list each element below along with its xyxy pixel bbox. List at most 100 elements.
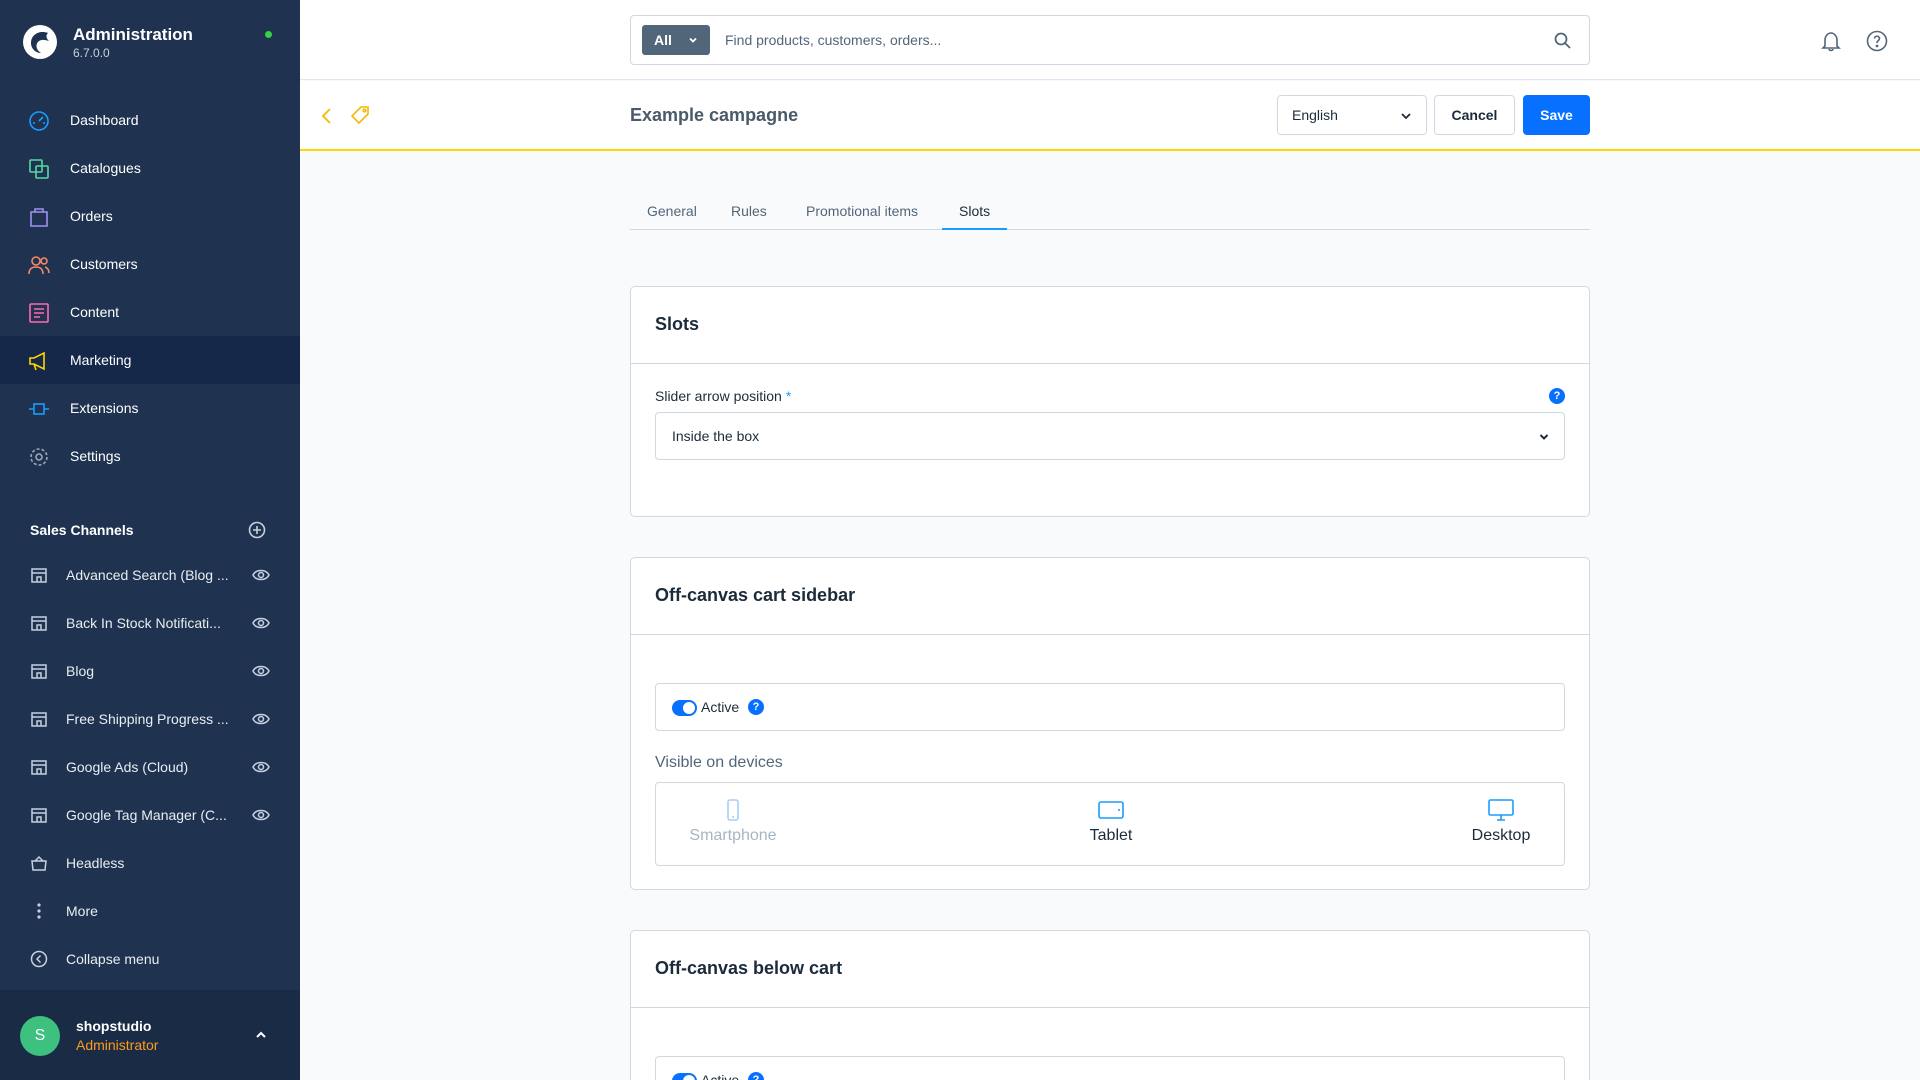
sales-channel-item[interactable]: Headless [0, 839, 300, 887]
nav-item-label: Customers [70, 256, 138, 272]
slider-arrow-position-select[interactable]: Inside the box [655, 412, 1565, 460]
search-input[interactable] [725, 26, 1525, 54]
cancel-button[interactable]: Cancel [1434, 95, 1515, 135]
device-desktop[interactable]: Desktop [1461, 799, 1541, 845]
storefront-icon [31, 568, 47, 583]
nav-item-customers[interactable]: Customers [0, 240, 300, 288]
sales-channel-item[interactable]: Back In Stock Notificati... [0, 599, 300, 647]
active-toggle-field: Active ? [655, 683, 1565, 731]
smart-bar: Example campagne English Cancel Save [300, 81, 1920, 151]
nav-item-label: Extensions [70, 400, 139, 416]
sales-channel-item[interactable]: Blog [0, 647, 300, 695]
nav-item-dashboard[interactable]: Dashboard [0, 96, 300, 144]
chevron-down-icon [1401, 113, 1411, 120]
avatar: S [20, 1016, 60, 1056]
select-value: Inside the box [672, 428, 760, 444]
smartphone-icon [727, 799, 739, 821]
nav-item-catalogues[interactable]: Catalogues [0, 144, 300, 192]
nav-item-settings[interactable]: Settings [0, 432, 300, 480]
active-switch[interactable] [672, 1073, 697, 1080]
chevron-down-icon [1539, 434, 1549, 440]
settings-icon [30, 448, 48, 466]
user-menu[interactable]: S shopstudio Administrator [0, 990, 300, 1080]
collapse-icon [30, 950, 48, 968]
card-title: Off-canvas below cart [655, 958, 843, 978]
more-button[interactable]: More [0, 887, 300, 935]
offcanvas-cart-sidebar-card: Off-canvas cart sidebar Active ? Visible… [630, 557, 1590, 890]
language-switch[interactable]: English [1277, 95, 1427, 135]
sidebar: Administration 6.7.0.0 Dashboard Catalog… [0, 0, 300, 1080]
device-visibility-selector: Smartphone Tablet Desktop [655, 782, 1565, 866]
help-tooltip-icon[interactable]: ? [748, 699, 764, 715]
offcanvas-below-cart-card: Off-canvas below cart Active ? [630, 930, 1590, 1080]
orders-icon [30, 208, 48, 227]
dashboard-icon [29, 111, 49, 131]
chevron-up-icon[interactable] [254, 1028, 268, 1042]
storefront-icon [31, 616, 47, 631]
sales-channel-item[interactable]: Google Ads (Cloud) [0, 743, 300, 791]
sales-channel-item[interactable]: Google Tag Manager (C... [0, 791, 300, 839]
device-tablet[interactable]: Tablet [1076, 799, 1146, 845]
sales-channel-label: Advanced Search (Blog ... [66, 567, 229, 583]
nav-item-orders[interactable]: Orders [0, 192, 300, 240]
tablet-icon [1098, 801, 1124, 819]
nav-item-label: Orders [70, 208, 113, 224]
add-sales-channel-icon[interactable] [248, 521, 266, 539]
eye-icon[interactable] [252, 664, 270, 678]
visible-on-devices-label: Visible on devices [655, 754, 783, 771]
search-icon[interactable] [1554, 32, 1571, 49]
tab-slots[interactable]: Slots [942, 193, 1008, 230]
device-label: Tablet [1089, 827, 1133, 844]
tab-bar: General Rules Promotional items Slots [630, 193, 1590, 230]
card-title: Slots [655, 314, 700, 334]
tab-promotional-items[interactable]: Promotional items [789, 193, 935, 230]
tab-general[interactable]: General [630, 193, 714, 230]
search-type-label: All [654, 32, 672, 48]
nav-item-content[interactable]: Content [0, 288, 300, 336]
tab-rules[interactable]: Rules [714, 193, 784, 230]
user-role: Administrator [76, 1037, 159, 1053]
eye-icon[interactable] [252, 760, 270, 774]
active-label: Active [701, 699, 740, 715]
eye-icon[interactable] [252, 568, 270, 582]
search-type-dropdown[interactable]: All [642, 25, 710, 55]
app-version: 6.7.0.0 [73, 46, 110, 60]
help-tooltip-icon[interactable]: ? [748, 1072, 764, 1080]
sales-channel-item[interactable]: Free Shipping Progress ... [0, 695, 300, 743]
nav-item-label: Content [70, 304, 120, 320]
eye-icon[interactable] [252, 808, 270, 822]
device-label: Desktop [1471, 827, 1531, 844]
slider-arrow-position-label: Slider arrow position * [655, 388, 791, 404]
card-divider [631, 363, 1589, 364]
back-arrow-icon[interactable] [320, 107, 334, 125]
eye-icon[interactable] [252, 712, 270, 726]
shopware-logo-icon[interactable] [22, 24, 58, 60]
sales-channel-label: Google Ads (Cloud) [66, 759, 189, 775]
customers-icon [28, 256, 50, 275]
nav-item-label: Catalogues [70, 160, 141, 176]
top-bar: All [300, 0, 1920, 80]
nav-item-marketing[interactable]: Marketing [0, 336, 300, 384]
save-button[interactable]: Save [1523, 95, 1590, 135]
storefront-icon [31, 760, 47, 775]
user-name: shopstudio [76, 1018, 152, 1034]
device-smartphone[interactable]: Smartphone [686, 799, 780, 845]
eye-icon[interactable] [252, 616, 270, 630]
slots-card: Slots Slider arrow position * ? Inside th… [630, 286, 1590, 517]
help-tooltip-icon[interactable]: ? [1549, 388, 1565, 404]
active-switch[interactable] [672, 700, 697, 716]
nav-item-label: Dashboard [70, 112, 139, 128]
nav-item-label: Marketing [70, 352, 132, 368]
chevron-down-icon [689, 37, 697, 43]
sales-channel-label: Free Shipping Progress ... [66, 711, 229, 727]
sales-channel-item[interactable]: Advanced Search (Blog ... [0, 551, 300, 599]
required-marker: * [785, 388, 792, 404]
nav-item-extensions[interactable]: Extensions [0, 384, 300, 432]
collapse-menu-button[interactable]: Collapse menu [0, 935, 300, 983]
active-label: Active [701, 1072, 740, 1080]
sales-channel-list: Advanced Search (Blog ... Back In Stock … [0, 551, 300, 983]
help-icon[interactable] [1866, 30, 1888, 52]
bell-icon[interactable] [1820, 30, 1842, 52]
language-label: English [1292, 107, 1338, 123]
card-divider [631, 634, 1589, 635]
